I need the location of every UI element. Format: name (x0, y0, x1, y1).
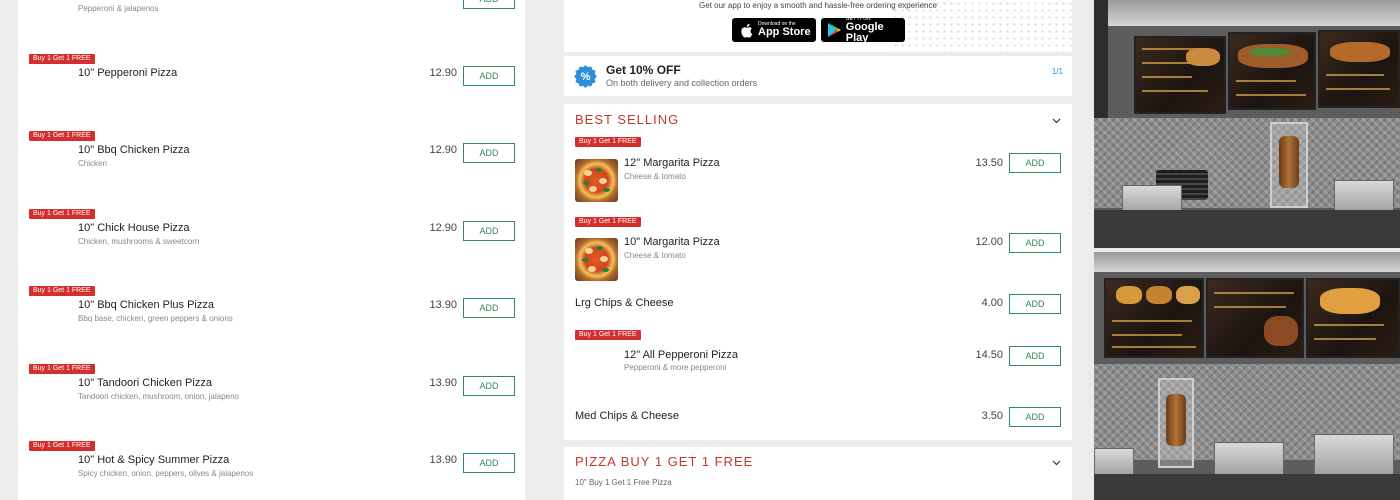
promo-badge: Buy 1 Get 1 FREE (29, 364, 95, 374)
offer-title: Get 10% OFF (606, 63, 681, 77)
item-description: Tandoori chicken, mushroom, onion, jalap… (78, 392, 239, 401)
menu-item[interactable]: Buy 1 Get 1 FREE 10" Chick House Pizza C… (18, 209, 525, 269)
menu-item[interactable]: Buy 1 Get 1 FREE 12" Margarita Pizza Che… (564, 137, 1072, 207)
item-name: 10" Pepperoni Pizza (78, 67, 178, 79)
section-title: BEST SELLING (575, 112, 680, 127)
pizza-thumbnail (575, 159, 618, 202)
item-price: 13.90 (429, 377, 457, 389)
item-name: 10" Chick House Pizza (78, 222, 190, 234)
offer-subtitle: On both delivery and collection orders (606, 78, 758, 88)
item-price: 12.90 (429, 67, 457, 79)
apple-icon (737, 21, 755, 39)
shop-interior-photo (1094, 252, 1400, 500)
promo-badge: Buy 1 Get 1 FREE (29, 441, 95, 451)
add-button[interactable]: ADD (463, 298, 515, 318)
item-name: 10" Bbq Chicken Plus Pizza (78, 299, 214, 311)
item-price: 4.00 (981, 297, 1003, 309)
menu-item[interactable]: Buy 1 Get 1 FREE 10" Bbq Chicken Pizza C… (18, 131, 525, 191)
menu-item[interactable]: Buy 1 Get 1 FREE 12" All Pepperoni Pizza… (564, 330, 1072, 386)
add-button[interactable]: ADD (1009, 346, 1061, 366)
offer-banner[interactable]: % Get 10% OFF On both delivery and colle… (564, 56, 1072, 96)
item-description: Pepperoni & jalapenos (78, 4, 159, 13)
add-button[interactable]: ADD (463, 221, 515, 241)
menu-item[interactable]: Buy 1 Get 1 FREE 10" Margarita Pizza Che… (564, 217, 1072, 287)
item-name: 12" All Pepperoni Pizza (624, 349, 738, 361)
google-play-label: Google Play (845, 20, 884, 44)
item-name: Med Chips & Cheese (575, 410, 679, 422)
item-description: Bbq base, chicken, green peppers & onion… (78, 314, 233, 323)
item-name: Lrg Chips & Cheese (575, 297, 674, 309)
app-store-label: App Store (758, 26, 811, 38)
menu-item[interactable]: Med Chips & Cheese 3.50 ADD (564, 406, 1072, 430)
pizza-thumbnail (575, 238, 618, 281)
item-name: 10" Bbq Chicken Pizza (78, 144, 190, 156)
item-description: Chicken, mushrooms & sweetcorn (78, 237, 200, 246)
offer-pager: 1/1 (1051, 67, 1063, 76)
item-description: Spicy chicken, onion, peppers, olives & … (78, 469, 254, 478)
item-price: 3.50 (981, 410, 1003, 422)
app-download-banner: Get our app to enjoy a smooth and hassle… (564, 0, 1072, 52)
google-play-icon (826, 21, 843, 39)
add-button[interactable]: ADD (463, 453, 515, 473)
promo-badge: Buy 1 Get 1 FREE (29, 131, 95, 141)
add-button[interactable]: ADD (463, 0, 515, 9)
item-price: 13.90 (429, 299, 457, 311)
add-button[interactable]: ADD (1009, 233, 1061, 253)
discount-badge-icon: % (574, 65, 597, 88)
add-button[interactable]: ADD (1009, 407, 1061, 427)
item-description: Pepperoni & more pepperoni (624, 363, 727, 372)
center-panel: Get our app to enjoy a smooth and hassle… (543, 0, 1094, 500)
item-description: Chicken (78, 159, 107, 168)
add-button[interactable]: ADD (463, 376, 515, 396)
pizza-bogof-section: PIZZA BUY 1 GET 1 FREE 10" Buy 1 Get 1 F… (564, 447, 1072, 500)
promo-badge: Buy 1 Get 1 FREE (29, 286, 95, 296)
promo-badge: Buy 1 Get 1 FREE (29, 54, 95, 64)
shop-interior-photo (1094, 0, 1400, 248)
promo-badge: Buy 1 Get 1 FREE (575, 137, 641, 147)
add-button[interactable]: ADD (1009, 294, 1061, 314)
best-selling-section: BEST SELLING Buy 1 Get 1 FREE 12" Margar… (564, 104, 1072, 440)
app-store-button[interactable]: Download on the App Store (732, 18, 816, 42)
item-price: 12.90 (429, 144, 457, 156)
add-button[interactable]: ADD (463, 66, 515, 86)
chevron-down-icon[interactable] (1051, 458, 1061, 468)
menu-item[interactable]: Lrg Chips & Cheese 4.00 ADD (564, 294, 1072, 318)
chevron-down-icon[interactable] (1051, 116, 1061, 126)
google-play-button[interactable]: GET IT ON Google Play (821, 16, 905, 44)
item-name: 10" Margarita Pizza (624, 236, 720, 248)
menu-item[interactable]: Buy 1 Get 1 FREE 10" Bbq Chicken Plus Pi… (18, 286, 525, 346)
promo-badge: Buy 1 Get 1 FREE (575, 330, 641, 340)
item-name: 12" Margarita Pizza (624, 157, 720, 169)
menu-item: Pepperoni & jalapenos ADD (18, 0, 525, 20)
menu-item[interactable]: Buy 1 Get 1 FREE 10" Tandoori Chicken Pi… (18, 364, 525, 424)
item-description: Cheese & tomato (624, 251, 686, 260)
item-price: 12.00 (975, 236, 1003, 248)
promo-badge: Buy 1 Get 1 FREE (575, 217, 641, 227)
add-button[interactable]: ADD (1009, 153, 1061, 173)
item-price: 14.50 (975, 349, 1003, 361)
menu-list-left: Pepperoni & jalapenos ADD Buy 1 Get 1 FR… (18, 0, 525, 500)
section-subtitle: 10" Buy 1 Get 1 Free Pizza (575, 478, 672, 487)
add-button[interactable]: ADD (463, 143, 515, 163)
item-price: 12.90 (429, 222, 457, 234)
item-price: 13.50 (975, 157, 1003, 169)
section-title: PIZZA BUY 1 GET 1 FREE (575, 454, 754, 469)
app-banner-message: Get our app to enjoy a smooth and hassle… (699, 1, 937, 10)
item-name: 10" Hot & Spicy Summer Pizza (78, 454, 230, 466)
item-name: 10" Tandoori Chicken Pizza (78, 377, 212, 389)
menu-item[interactable]: Buy 1 Get 1 FREE 10" Hot & Spicy Summer … (18, 441, 525, 500)
promo-badge: Buy 1 Get 1 FREE (29, 209, 95, 219)
item-description: Cheese & tomato (624, 172, 686, 181)
item-price: 13.90 (429, 454, 457, 466)
menu-item[interactable]: Buy 1 Get 1 FREE 10" Pepperoni Pizza 12.… (18, 54, 525, 114)
